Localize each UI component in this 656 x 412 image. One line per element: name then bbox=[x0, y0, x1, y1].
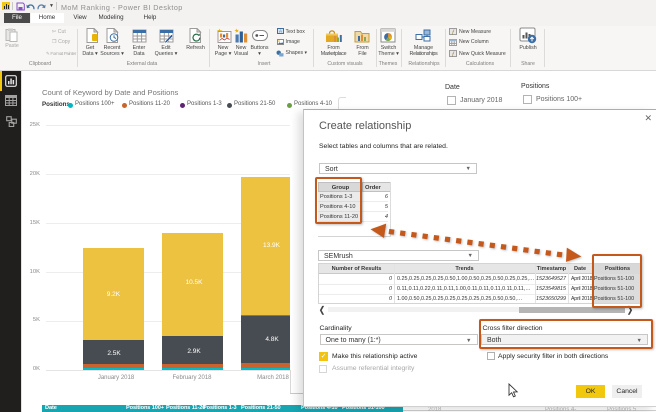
svg-text:A: A bbox=[278, 29, 281, 34]
